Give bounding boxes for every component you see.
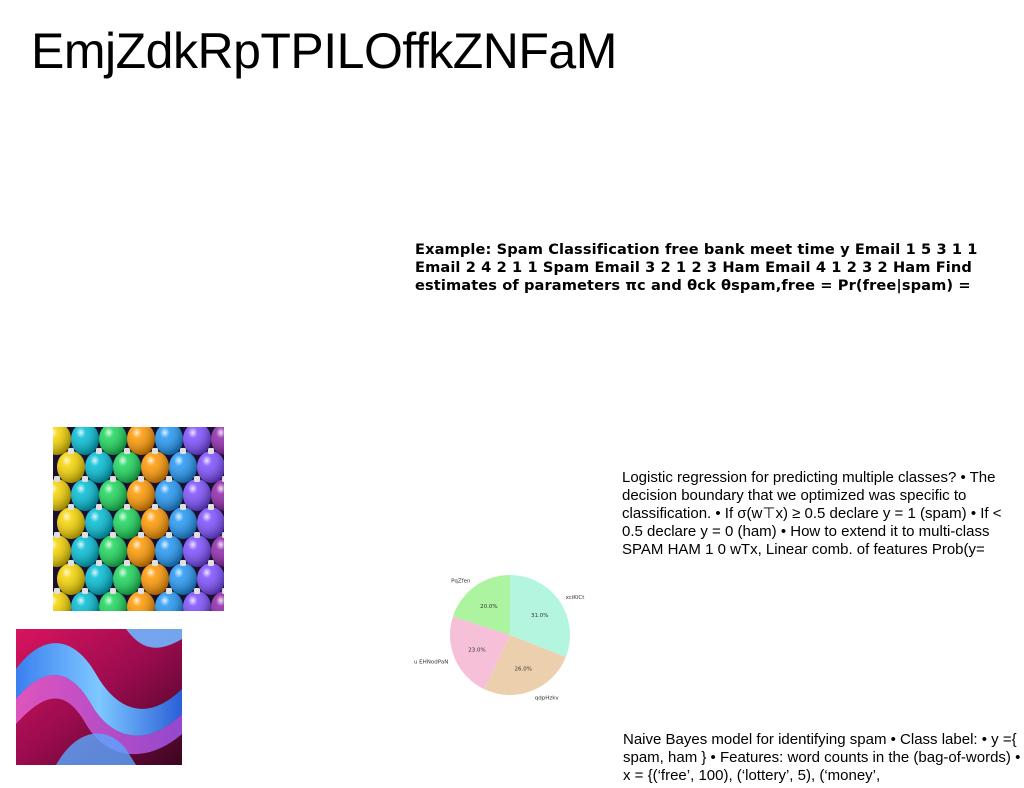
ornament-cap [152, 504, 158, 510]
ornament-cap [166, 532, 172, 538]
ornament-cap [68, 504, 74, 510]
ornament-cap [180, 560, 186, 566]
ornament-shine [141, 563, 169, 595]
ornament-cap [180, 448, 186, 454]
ornament-cap [110, 532, 116, 538]
ornament-cap [54, 532, 60, 538]
pie-category-label: xciKlCt [566, 595, 586, 601]
pie-percent-label: 31.0% [531, 613, 548, 619]
slide-title: EmjZdkRpTPILOffkZNFaM [31, 23, 617, 79]
ornament-shine [197, 563, 224, 595]
ornament-cap [152, 448, 158, 454]
ornament-shine [127, 535, 155, 567]
ornament-cap [166, 588, 172, 594]
ornament-cap [208, 504, 214, 510]
spam-classification-example-text: Example: Spam Classification free bank m… [415, 241, 978, 294]
ornament-cap [180, 504, 186, 510]
ornament-cap [222, 588, 224, 594]
ornament-shine [197, 451, 224, 483]
ornament-shine [57, 507, 85, 539]
ornament-shine [57, 451, 85, 483]
ornament-cap [110, 588, 116, 594]
ornament-shine [169, 563, 197, 595]
logistic-regression-text: Logistic regression for predicting multi… [622, 469, 1002, 558]
ornament-cap [96, 560, 102, 566]
ornament-cap [124, 560, 130, 566]
ornament-shine [113, 507, 141, 539]
ornament-shine [141, 507, 169, 539]
pie-category-label: qdpHzkv [535, 695, 560, 701]
ornament-cap [54, 476, 60, 482]
ornament-shine [169, 507, 197, 539]
ornament-cap [68, 448, 74, 454]
ornament-cap [138, 476, 144, 482]
naive-bayes-text: Naive Bayes model for identifying spam •… [623, 731, 1021, 784]
ornament-cap [54, 588, 60, 594]
ornament-shine [155, 535, 183, 567]
ornament-cap [124, 504, 130, 510]
ornament-cap [194, 476, 200, 482]
ornament-shine [85, 451, 113, 483]
pie-percent-label: 26.0% [515, 666, 532, 672]
ornament-cap [222, 476, 224, 482]
ornament-cap [208, 560, 214, 566]
ornament-shine [85, 563, 113, 595]
ornament-cap [68, 560, 74, 566]
ornament-cap [124, 448, 130, 454]
ornament-cap [208, 448, 214, 454]
ornament-cap [222, 532, 224, 538]
ornament-cap [96, 504, 102, 510]
ornament-shine [99, 535, 127, 567]
ornament-shine [127, 479, 155, 511]
ornament-cap [82, 476, 88, 482]
ornament-shine [183, 535, 211, 567]
ornament-cap [82, 532, 88, 538]
pie-category-label: PqZfen [451, 579, 471, 585]
abstract-waves-image [16, 629, 182, 765]
ornament-cap [194, 588, 200, 594]
ornament-cap [166, 476, 172, 482]
ornament-cap [110, 476, 116, 482]
ornament-shine [197, 507, 224, 539]
pie-percent-label: 20.0% [480, 604, 497, 610]
ornament-shine [57, 563, 85, 595]
ornament-shine [99, 479, 127, 511]
ornament-cap [138, 588, 144, 594]
pie-category-label: u EHNodPaN [414, 660, 448, 666]
ornament-cap [152, 560, 158, 566]
ornament-shine [183, 479, 211, 511]
ornament-shine [141, 451, 169, 483]
ornaments-image [53, 427, 224, 611]
ornament-shine [71, 535, 99, 567]
ornament-cap [96, 448, 102, 454]
pie-chart: 31.0% xciKlCt 26.0% qdpHzkv 23.0% u EHNodPaN 2… [414, 575, 586, 701]
ornament-cap [138, 532, 144, 538]
ornament-shine [169, 451, 197, 483]
ornament-shine [113, 563, 141, 595]
pie-percent-label: 23.0% [468, 647, 485, 653]
ornament-shine [113, 451, 141, 483]
ornament-shine [85, 507, 113, 539]
ornament-shine [155, 479, 183, 511]
ornament-shine [71, 479, 99, 511]
ornament-cap [82, 588, 88, 594]
ornament-cap [194, 532, 200, 538]
